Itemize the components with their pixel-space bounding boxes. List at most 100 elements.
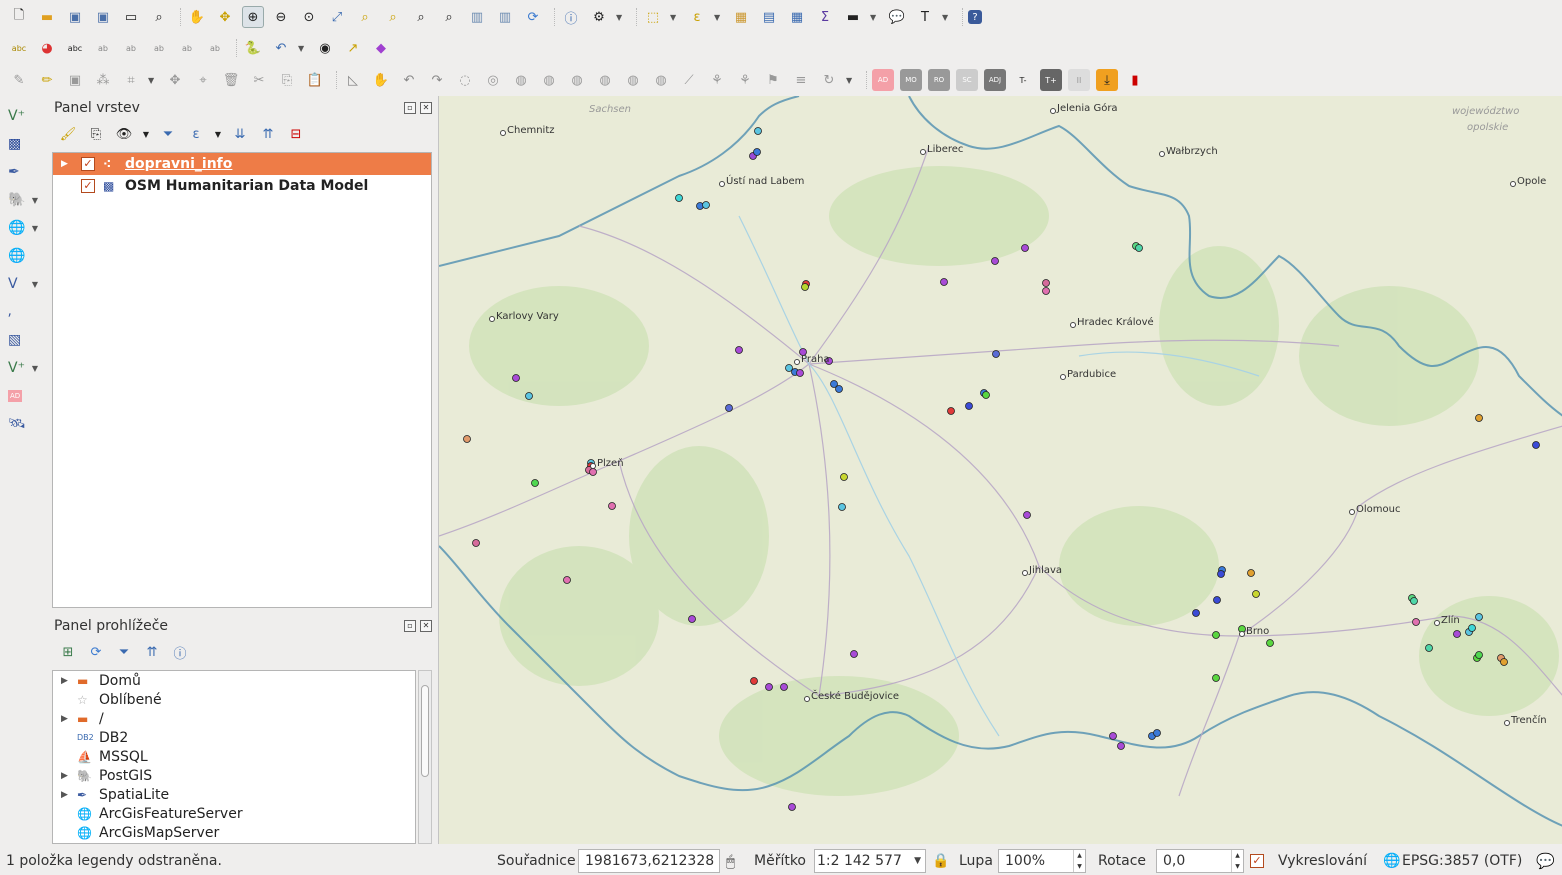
- undo-icon[interactable]: ↶: [398, 69, 420, 91]
- layer-item-osm[interactable]: ✓ ▩ OSM Humanitarian Data Model: [53, 175, 431, 197]
- map-point[interactable]: [1023, 511, 1031, 519]
- label-properties-icon[interactable]: ab: [204, 37, 226, 59]
- add-delimited-text-button[interactable]: ⸴: [4, 300, 38, 324]
- filter-icon[interactable]: ⏷: [158, 127, 178, 142]
- map-point[interactable]: [1468, 624, 1476, 632]
- map-point[interactable]: [463, 435, 471, 443]
- scrollbar-thumb[interactable]: [421, 685, 429, 777]
- map-point[interactable]: [1117, 742, 1125, 750]
- map-point[interactable]: [850, 650, 858, 658]
- expand-arrow-icon[interactable]: ▶: [61, 790, 77, 800]
- zoom-field[interactable]: 100% ▲ ▼: [998, 848, 1086, 873]
- chevron-down-icon[interactable]: ▼: [942, 13, 952, 22]
- map-point[interactable]: [1500, 658, 1508, 666]
- browser-item-db2[interactable]: DB2 DB2: [53, 728, 415, 747]
- map-point[interactable]: [675, 194, 683, 202]
- chevron-down-icon[interactable]: ▼: [714, 13, 724, 22]
- download-icon[interactable]: ⤓: [1096, 69, 1118, 91]
- move-label-icon[interactable]: ab: [120, 37, 142, 59]
- map-point[interactable]: [608, 502, 616, 510]
- map-point[interactable]: [1475, 613, 1483, 621]
- close-icon[interactable]: ✕: [420, 102, 432, 114]
- rotation-field[interactable]: 0,0 ▲ ▼: [1156, 848, 1244, 873]
- map-point[interactable]: [472, 539, 480, 547]
- show-bookmarks-icon[interactable]: ▥: [494, 6, 516, 28]
- zoom-in-icon[interactable]: ⊕: [242, 6, 264, 28]
- map-point[interactable]: [735, 346, 743, 354]
- style-icon[interactable]: 🖌: [58, 127, 78, 142]
- float-icon[interactable]: ▫: [404, 102, 416, 114]
- new-layer-button[interactable]: V⁺ ▼: [4, 356, 38, 380]
- map-point[interactable]: [725, 404, 733, 412]
- simplify-icon[interactable]: ◌: [454, 69, 476, 91]
- undo-plugin-icon[interactable]: ↶: [270, 37, 292, 59]
- map-point[interactable]: [1412, 618, 1420, 626]
- crs-button[interactable]: EPSG:3857 (OTF): [1402, 853, 1522, 869]
- messages-icon[interactable]: 💬: [1536, 852, 1555, 870]
- map-point[interactable]: [840, 473, 848, 481]
- satellite-layer-button[interactable]: 🛰: [4, 412, 38, 436]
- chevron-down-icon[interactable]: ▼: [142, 130, 150, 139]
- statistics-icon[interactable]: ▦: [786, 6, 808, 28]
- delete-part-icon[interactable]: ◍: [594, 69, 616, 91]
- add-vector-layer-button[interactable]: V⁺: [4, 104, 38, 128]
- python-icon[interactable]: 🐍: [242, 37, 264, 59]
- map-point[interactable]: [753, 148, 761, 156]
- map-point[interactable]: [1453, 630, 1461, 638]
- layout-manager-icon[interactable]: ⌕: [148, 6, 170, 28]
- map-point[interactable]: [512, 374, 520, 382]
- toggle-editing-icon[interactable]: ✏: [36, 69, 58, 91]
- chevron-down-icon[interactable]: ▼: [214, 130, 222, 139]
- label-icon[interactable]: abc: [8, 37, 30, 59]
- browser-item-home[interactable]: ▶ ▬ Domů: [53, 671, 415, 690]
- map-point[interactable]: [1042, 279, 1050, 287]
- map-point[interactable]: [796, 369, 804, 377]
- zoom-native-icon[interactable]: ⊙: [298, 6, 320, 28]
- mo-icon[interactable]: MO: [900, 69, 922, 91]
- diagram-icon[interactable]: ◕: [36, 37, 58, 59]
- deselect-icon[interactable]: ε: [686, 6, 708, 28]
- map-point[interactable]: [1213, 596, 1221, 604]
- spinbox-arrows-icon[interactable]: ▲ ▼: [1231, 849, 1243, 872]
- redo-icon[interactable]: ↷: [426, 69, 448, 91]
- layer-visibility-checkbox[interactable]: ✓: [81, 179, 95, 193]
- georeferencer-icon[interactable]: ↗: [342, 37, 364, 59]
- expand-all-icon[interactable]: ⇊: [230, 127, 250, 142]
- new-bookmark-icon[interactable]: ▥: [466, 6, 488, 28]
- map-point[interactable]: [754, 127, 762, 135]
- measure-line-icon[interactable]: ▬: [842, 6, 864, 28]
- pin-label-icon[interactable]: abc: [64, 37, 86, 59]
- map-point[interactable]: [589, 468, 597, 476]
- map-point[interactable]: [947, 407, 955, 415]
- field-calculator-icon[interactable]: ▤: [758, 6, 780, 28]
- node-tool-icon[interactable]: ⌖: [192, 69, 214, 91]
- map-point[interactable]: [1212, 631, 1220, 639]
- map-point[interactable]: [765, 683, 773, 691]
- offset-curve-icon[interactable]: ◍: [650, 69, 672, 91]
- map-point[interactable]: [1135, 244, 1143, 252]
- map-point[interactable]: [525, 392, 533, 400]
- map-point[interactable]: [1153, 729, 1161, 737]
- merge-features-icon[interactable]: ⚘: [734, 69, 756, 91]
- layer-visibility-checkbox[interactable]: ✓: [81, 157, 95, 171]
- add-feature-icon[interactable]: ⁂: [92, 69, 114, 91]
- map-point[interactable]: [1410, 597, 1418, 605]
- battery-icon[interactable]: ▮: [1124, 69, 1146, 91]
- pan-icon[interactable]: ✋: [186, 6, 208, 28]
- chevron-down-icon[interactable]: ▼: [616, 13, 626, 22]
- rotate-label-icon[interactable]: ab: [148, 37, 170, 59]
- pause-icon[interactable]: II: [1068, 69, 1090, 91]
- split-features-icon[interactable]: ⟋: [678, 69, 700, 91]
- map-point[interactable]: [1212, 674, 1220, 682]
- t-minus-icon[interactable]: T-: [1012, 69, 1034, 91]
- browser-item-postgis[interactable]: ▶ 🐘 PostGIS: [53, 766, 415, 785]
- browser-item-root[interactable]: ▶ ▬ /: [53, 709, 415, 728]
- ad-icon[interactable]: AD: [872, 69, 894, 91]
- zoom-full-icon[interactable]: ⤢: [326, 6, 348, 28]
- map-point[interactable]: [750, 677, 758, 685]
- map-point[interactable]: [1247, 569, 1255, 577]
- plugin-icon[interactable]: ◆: [370, 37, 392, 59]
- map-point[interactable]: [1475, 414, 1483, 422]
- browser-item-mssql[interactable]: ⛵ MSSQL: [53, 747, 415, 766]
- new-project-icon[interactable]: 🗋: [8, 6, 30, 28]
